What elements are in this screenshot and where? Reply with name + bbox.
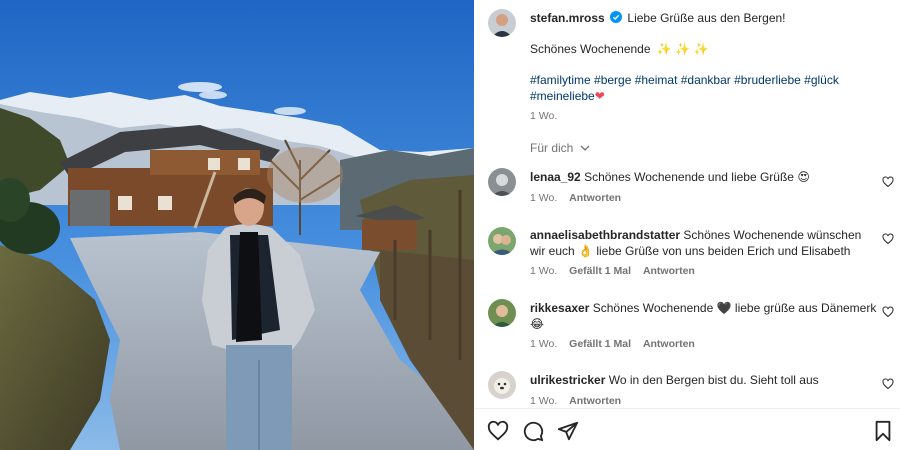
chevron-down-icon — [580, 145, 590, 151]
comment-1-text: lenaa_92 Schönes Wochenende und liebe Gr… — [530, 169, 810, 185]
comment-time: 1 Wo. — [530, 338, 558, 350]
author-avatar[interactable] — [488, 9, 516, 37]
comment-like-heart-icon[interactable] — [882, 176, 894, 188]
comment-username[interactable]: annaelisabethbrandstatter — [530, 228, 680, 242]
laughing-emoji: 😂 — [530, 317, 545, 331]
comment-filter-dropdown[interactable]: Für dich — [530, 141, 590, 155]
post-timestamp: 1 Wo. — [530, 110, 566, 122]
heart-eyes-emoji: 😍 — [797, 170, 810, 184]
caption-second-line: Schönes Wochenende ✨ ✨ ✨ — [530, 41, 708, 57]
comment-like-count[interactable]: Gefällt 1 Mal — [569, 338, 631, 350]
commenter-avatar[interactable] — [488, 227, 516, 255]
reply-button[interactable]: Antworten — [569, 192, 621, 204]
comment-2-text-line2: wir euch 👌 liebe Grüße von uns beiden Er… — [530, 243, 850, 259]
comment-2-text-line1: annaelisabethbrandstatter Schönes Wochen… — [530, 227, 861, 243]
reply-button[interactable]: Antworten — [643, 338, 695, 350]
mountain-village-photo — [0, 0, 474, 450]
author-username[interactable]: stefan.mross — [530, 11, 605, 25]
comment-body: Schönes Wochenende wünschen — [683, 228, 862, 242]
commenter-avatar[interactable] — [488, 168, 516, 196]
comment-username[interactable]: ulrikestricker — [530, 373, 605, 387]
caption-text: Liebe Grüße aus den Bergen! — [627, 11, 786, 25]
comment-body: Schönes Wochenende und liebe Grüße — [584, 170, 794, 184]
ok-hand-emoji: 👌 — [578, 244, 593, 258]
comment-like-count[interactable]: Gefällt 1 Mal — [569, 265, 631, 277]
paper-plane-icon[interactable] — [557, 420, 579, 442]
comment-body-cont: liebe Grüße von uns beiden Erich und Eli… — [596, 244, 851, 258]
post-time[interactable]: 1 Wo. — [530, 110, 557, 122]
comment-body: Wo in den Bergen bist du. Sieht toll aus — [608, 373, 819, 387]
red-heart-emoji: ❤ — [594, 89, 605, 103]
sparkles-emoji: ✨ ✨ ✨ — [656, 42, 709, 56]
comment-body-cont: wir euch — [530, 244, 575, 258]
hashtag-meineliebe[interactable]: #meineliebe — [530, 89, 595, 103]
heart-outline-icon[interactable] — [487, 420, 509, 442]
reply-button[interactable]: Antworten — [643, 265, 695, 277]
post-action-bar — [474, 408, 900, 450]
comment-time: 1 Wo. — [530, 192, 558, 204]
comment-body-cont: liebe grüße aus Dänemerk — [734, 301, 877, 315]
comment-like-heart-icon[interactable] — [882, 306, 894, 318]
comment-time: 1 Wo. — [530, 265, 558, 277]
comments-panel: stefan.mross Liebe Grüße aus den Bergen!… — [474, 0, 900, 450]
comment-4-meta: 1 Wo. Antworten — [530, 395, 630, 407]
comment-2-meta: 1 Wo. Gefällt 1 Mal Antworten — [530, 265, 704, 277]
comment-3-meta: 1 Wo. Gefällt 1 Mal Antworten — [530, 338, 704, 350]
black-heart-emoji: 🖤 — [716, 301, 732, 315]
comment-username[interactable]: lenaa_92 — [530, 170, 581, 184]
hashtags-line-2: #meineliebe❤ — [530, 88, 605, 104]
comment-like-heart-icon[interactable] — [882, 378, 894, 390]
comment-3-text-line2: 😂 — [530, 316, 544, 332]
speech-bubble-icon[interactable] — [522, 420, 544, 442]
caption-first-line: stefan.mross Liebe Grüße aus den Bergen! — [530, 10, 786, 26]
reply-button[interactable]: Antworten — [569, 395, 621, 407]
comment-4-text: ulrikestricker Wo in den Bergen bist du.… — [530, 372, 819, 388]
verified-badge-icon — [610, 11, 623, 23]
comment-like-heart-icon[interactable] — [882, 233, 894, 245]
post-photo[interactable] — [0, 0, 474, 450]
commenter-avatar[interactable] — [488, 299, 516, 327]
comment-body: Schönes Wochenende — [592, 301, 714, 315]
filter-label: Für dich — [530, 141, 574, 155]
commenter-avatar[interactable] — [488, 371, 516, 399]
caption-wochenende: Schönes Wochenende — [530, 42, 651, 56]
comment-username[interactable]: rikkesaxer — [530, 301, 589, 315]
hashtags-line-1[interactable]: #familytime #berge #heimat #dankbar #bru… — [530, 72, 839, 88]
comment-time: 1 Wo. — [530, 395, 558, 407]
comment-1-meta: 1 Wo. Antworten — [530, 192, 630, 204]
comment-3-text-line1: rikkesaxer Schönes Wochenende 🖤 liebe gr… — [530, 300, 876, 316]
bookmark-icon[interactable] — [872, 420, 894, 442]
